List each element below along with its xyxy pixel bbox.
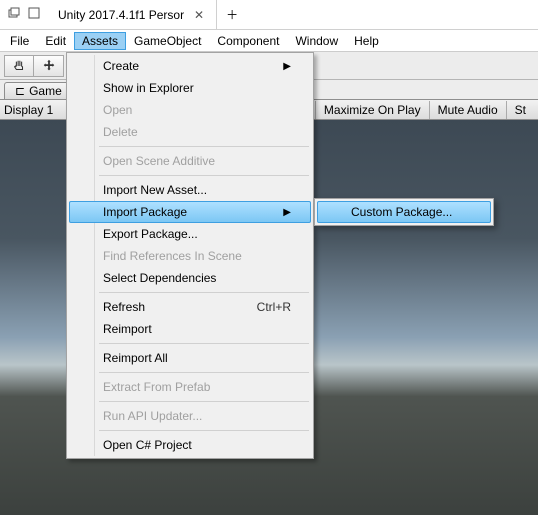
menu-item-show-in-explorer[interactable]: Show in Explorer xyxy=(69,77,311,99)
menu-help[interactable]: Help xyxy=(346,32,387,50)
titlebar: Unity 2017.4.1f1 Persor ✕ ＋ xyxy=(0,0,538,30)
menu-item-open-csharp-project[interactable]: Open C# Project xyxy=(69,434,311,456)
window-controls xyxy=(0,0,48,29)
window-tab[interactable]: Unity 2017.4.1f1 Persor ✕ xyxy=(48,0,217,29)
game-tab-icon: ⊏ xyxy=(15,84,25,98)
menu-item-export-package[interactable]: Export Package... xyxy=(69,223,311,245)
menu-assets[interactable]: Assets xyxy=(74,32,126,50)
menu-separator xyxy=(99,292,309,293)
chevron-right-icon: ▶ xyxy=(283,61,291,72)
maximize-on-play-button[interactable]: Maximize On Play xyxy=(315,101,429,119)
close-icon[interactable]: ✕ xyxy=(192,8,206,22)
menu-separator xyxy=(99,146,309,147)
menubar: File Edit Assets GameObject Component Wi… xyxy=(0,30,538,52)
game-tab-label: Game xyxy=(29,84,62,98)
truncated-button[interactable]: St xyxy=(506,101,534,119)
app-icon xyxy=(26,5,42,24)
menu-separator xyxy=(99,401,309,402)
menu-item-extract-from-prefab: Extract From Prefab xyxy=(69,376,311,398)
menu-separator xyxy=(99,343,309,344)
menu-item-custom-package[interactable]: Custom Package... xyxy=(317,201,491,223)
menu-file[interactable]: File xyxy=(2,32,37,50)
menu-item-select-dependencies[interactable]: Select Dependencies xyxy=(69,267,311,289)
game-tab[interactable]: ⊏ Game xyxy=(4,82,73,99)
menu-item-find-references: Find References In Scene xyxy=(69,245,311,267)
shortcut-label: Ctrl+R xyxy=(257,300,291,314)
assets-dropdown: Create▶ Show in Explorer Open Delete Ope… xyxy=(66,52,314,459)
move-tool-button[interactable] xyxy=(34,55,64,77)
menu-item-refresh[interactable]: RefreshCtrl+R xyxy=(69,296,311,318)
hand-tool-button[interactable] xyxy=(4,55,34,77)
chevron-right-icon: ▶ xyxy=(283,207,291,218)
menu-item-reimport[interactable]: Reimport xyxy=(69,318,311,340)
menu-item-import-new-asset[interactable]: Import New Asset... xyxy=(69,179,311,201)
menu-component[interactable]: Component xyxy=(209,32,287,50)
restore-icon[interactable] xyxy=(6,5,22,24)
mute-audio-button[interactable]: Mute Audio xyxy=(429,101,506,119)
menu-item-open: Open xyxy=(69,99,311,121)
menu-item-open-scene-additive: Open Scene Additive xyxy=(69,150,311,172)
import-package-submenu: Custom Package... xyxy=(314,198,494,226)
menu-separator xyxy=(99,175,309,176)
menu-separator xyxy=(99,430,309,431)
menu-item-delete: Delete xyxy=(69,121,311,143)
menu-edit[interactable]: Edit xyxy=(37,32,74,50)
menu-item-reimport-all[interactable]: Reimport All xyxy=(69,347,311,369)
menu-item-run-api-updater: Run API Updater... xyxy=(69,405,311,427)
menu-window[interactable]: Window xyxy=(287,32,346,50)
menu-separator xyxy=(99,372,309,373)
menu-item-import-package[interactable]: Import Package▶ xyxy=(69,201,311,223)
menu-gameobject[interactable]: GameObject xyxy=(126,32,209,50)
menu-item-create[interactable]: Create▶ xyxy=(69,55,311,77)
new-tab-button[interactable]: ＋ xyxy=(217,0,247,29)
display-dropdown[interactable]: Display 1 xyxy=(4,103,53,117)
tab-title: Unity 2017.4.1f1 Persor xyxy=(58,8,184,22)
